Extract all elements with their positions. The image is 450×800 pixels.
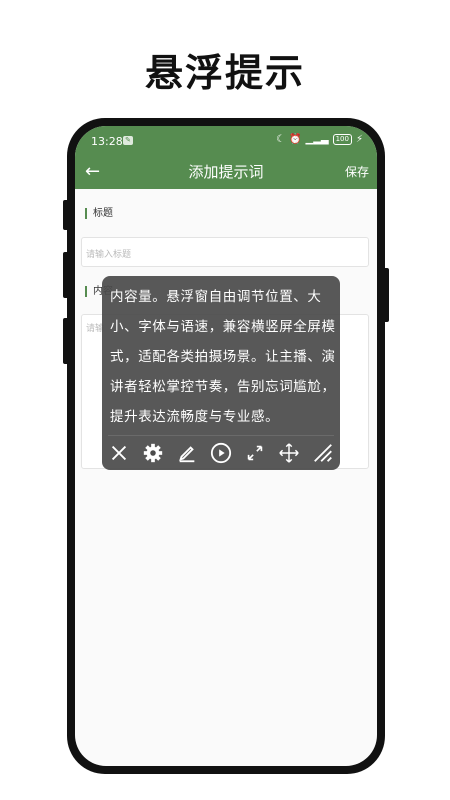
resize-icon[interactable] <box>311 441 335 465</box>
status-time: 13:28 <box>91 135 123 148</box>
gear-icon[interactable] <box>141 441 165 465</box>
alarm-icon: ⏰ <box>289 134 302 145</box>
battery-indicator: 100 <box>332 134 352 145</box>
hero-title: 悬浮提示 <box>144 51 305 95</box>
play-icon[interactable] <box>209 441 233 465</box>
charging-icon: ⚡ <box>355 134 363 145</box>
title-input[interactable]: 请输入标题 <box>81 237 369 267</box>
move-icon[interactable] <box>277 441 301 465</box>
notification-icon: ✎ <box>123 136 133 145</box>
signal-icon: ▁▂▃ <box>305 134 329 145</box>
page-title: 添加提示词 <box>188 163 264 181</box>
prompt-text: 内容量。悬浮窗自由调节位置、大小、字体与语速，兼容横竖屏全屏模式，适配各类拍摄场… <box>110 289 336 425</box>
status-icons: ☾ ⏰ ▁▂▃ 100 ⚡ <box>276 134 363 145</box>
floating-toolbar <box>102 437 340 469</box>
toolbar-divider <box>108 435 334 436</box>
expand-icon[interactable] <box>243 441 267 465</box>
floating-prompt-window[interactable]: 内容量。悬浮窗自由调节位置、大小、字体与语速，兼容横竖屏全屏模式，适配各类拍摄场… <box>102 276 340 470</box>
phone-screen: 13:28 ✎ ☾ ⏰ ▁▂▃ 100 ⚡ ← 添加提示词 保存 标题 请输入标… <box>75 126 377 766</box>
close-icon[interactable] <box>107 441 131 465</box>
save-button[interactable]: 保存 <box>345 163 369 180</box>
edit-icon[interactable] <box>175 441 199 465</box>
moon-icon: ☾ <box>276 134 286 145</box>
app-bar: 13:28 ✎ ☾ ⏰ ▁▂▃ 100 ⚡ ← 添加提示词 保存 <box>75 126 377 189</box>
title-label: 标题 <box>85 208 113 219</box>
